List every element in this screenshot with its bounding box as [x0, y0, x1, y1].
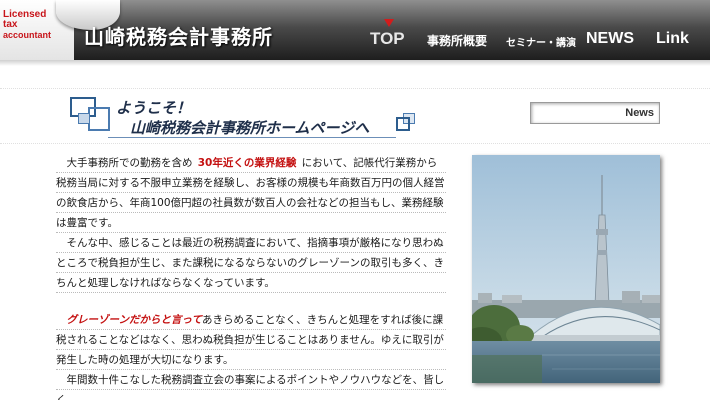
news-label: News	[625, 107, 654, 119]
site-title[interactable]: 山崎税務会計事務所	[84, 21, 273, 50]
skytree-photo	[472, 155, 660, 383]
welcome-heading-line-1: ようこそ！	[116, 99, 192, 117]
skytree-photo-illustration	[472, 155, 660, 383]
square-deco-icon	[78, 113, 90, 124]
paragraph-text: 大手事務所での勤務を含め	[66, 157, 193, 169]
square-deco-icon	[396, 117, 410, 131]
nav-seminar[interactable]: セミナー・講演	[506, 34, 576, 54]
intro-paragraph-4: 年間数十件こなした税務調査立会の事案によるポイントやノウハウなどを、皆しく	[56, 370, 446, 400]
grayzone-highlight: グレーゾーンだからと言って	[66, 314, 202, 326]
nav-link[interactable]: Link	[656, 30, 689, 50]
intro-paragraph-2: そんな中、感じることは最近の税務調査において、指摘事項が厳格になり思わぬところで…	[56, 233, 446, 293]
background-rule	[0, 88, 710, 89]
site-header: Licensed tax accountant 山崎税務会計事務所 TOP 事務…	[0, 0, 710, 60]
background-rule	[0, 143, 710, 144]
experience-highlight: 30年近くの業界経験	[197, 157, 297, 169]
paragraph-text: 年間数十件こなした税務調査立会の事案によるポイントやノウハウなどを、皆しく	[56, 374, 445, 400]
nav-top[interactable]: TOP	[370, 29, 405, 49]
current-page-indicator-icon	[384, 19, 394, 27]
logo-line-3: accountant	[3, 30, 52, 40]
nav-news[interactable]: NEWS	[586, 30, 634, 50]
intro-text: 大手事務所での勤務を含め 30年近くの業界経験 において、記帳代行業務から税務当…	[56, 153, 446, 400]
paragraph-text: そんな中、感じることは最近の税務調査において、指摘事項が厳格になり思わぬところで…	[56, 237, 444, 289]
news-box[interactable]: News	[530, 102, 660, 124]
welcome-underline	[108, 137, 396, 138]
intro-paragraph-1: 大手事務所での勤務を含め 30年近くの業界経験 において、記帳代行業務から税務当…	[56, 153, 446, 233]
intro-paragraph-3: グレーゾーンだからと言ってあきらめることなく、きちんと処理をすれば後に課税される…	[56, 310, 446, 370]
welcome-heading-line-2: 山崎税務会計事務所ホームページへ	[130, 119, 370, 137]
nav-office-overview[interactable]: 事務所概要	[427, 32, 487, 52]
square-deco-icon	[88, 107, 110, 131]
header-divider	[0, 60, 710, 66]
